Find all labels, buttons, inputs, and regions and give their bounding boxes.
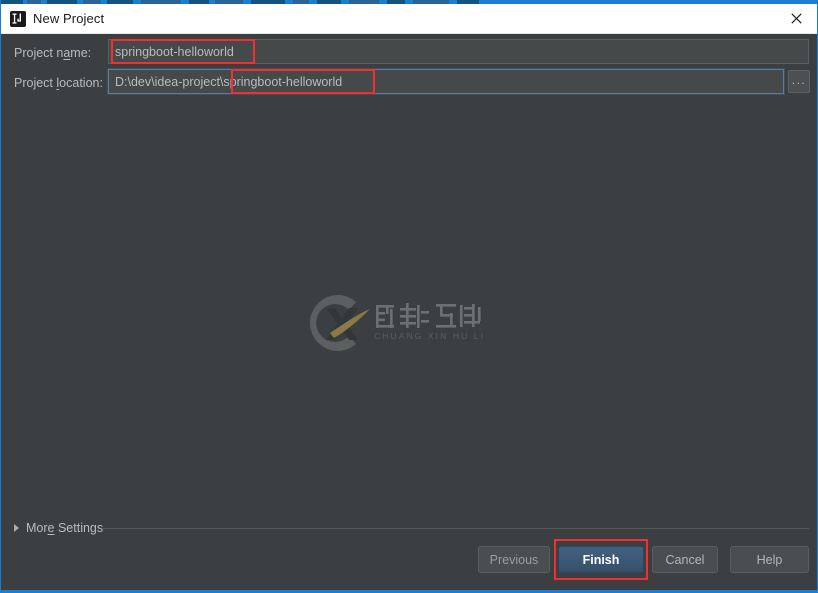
dialog-body: Project name: springboot-helloworld Proj… <box>1 34 817 590</box>
titlebar: New Project <box>1 4 817 34</box>
watermark-logo: CHUANG XIN HU LIAN <box>304 291 499 355</box>
project-location-label: Project location: <box>14 76 103 90</box>
finish-button[interactable]: Finish <box>558 546 644 573</box>
previous-button[interactable]: Previous <box>478 546 550 573</box>
new-project-dialog: New Project Project name: springboot-hel… <box>0 0 818 593</box>
cancel-button[interactable]: Cancel <box>652 546 718 573</box>
more-settings-separator <box>103 528 809 529</box>
project-location-input[interactable]: D:\dev\idea-project\springboot-helloworl… <box>108 69 784 94</box>
window-title: New Project <box>33 11 105 26</box>
browse-folder-button[interactable]: ... <box>788 70 810 93</box>
chevron-right-icon <box>14 524 19 532</box>
intellij-idea-icon <box>10 11 26 27</box>
more-settings-toggle[interactable]: More Settings <box>14 520 103 536</box>
close-icon[interactable] <box>773 4 817 33</box>
more-settings-label: More Settings <box>26 521 104 535</box>
svg-text:CHUANG XIN HU LIAN: CHUANG XIN HU LIAN <box>374 331 484 341</box>
project-name-label: Project name: <box>14 46 92 60</box>
help-button[interactable]: Help <box>730 546 809 573</box>
project-name-input[interactable]: springboot-helloworld <box>108 39 809 64</box>
